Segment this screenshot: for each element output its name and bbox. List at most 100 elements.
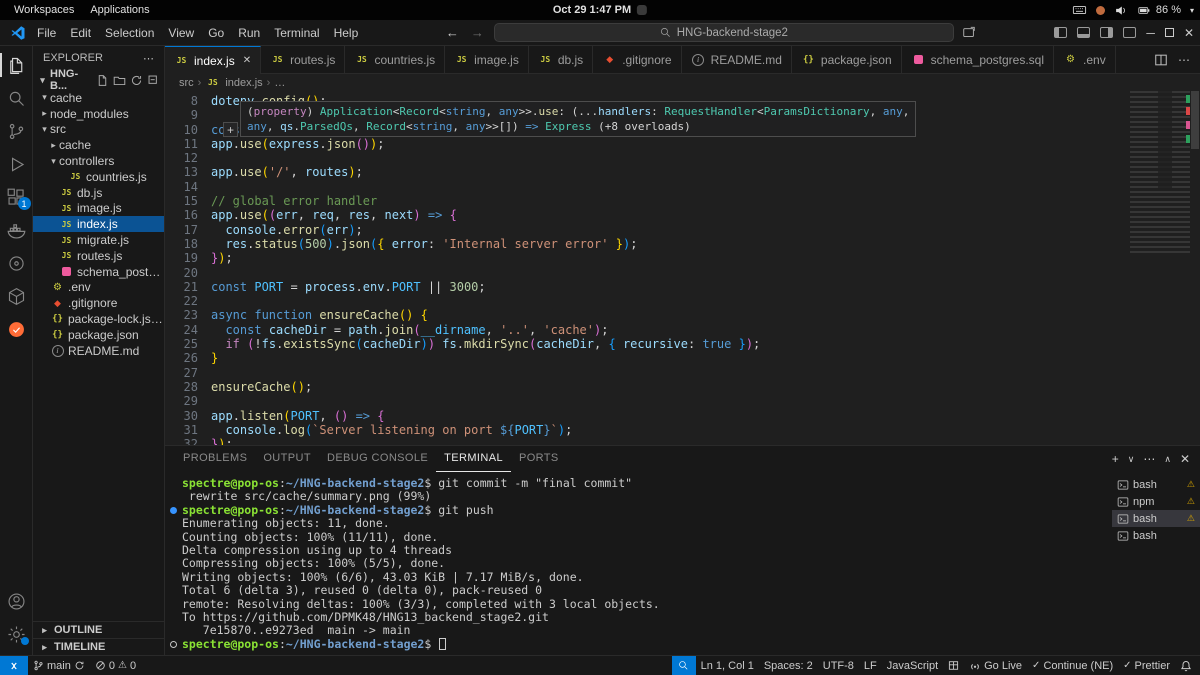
terminal-session-bash-3[interactable]: bash [1112, 527, 1200, 544]
project-section-header[interactable]: ▾ HNG-B... [33, 68, 164, 92]
activity-extensions-button[interactable]: 1 [0, 182, 33, 212]
split-editor-icon[interactable] [1154, 53, 1168, 67]
minimap[interactable] [1130, 91, 1190, 256]
tab-.env[interactable]: ⚙ .env [1054, 46, 1116, 73]
menu-view[interactable]: View [161, 24, 201, 42]
tree-item-countries.js[interactable]: JS countries.js [33, 169, 164, 185]
applications-button[interactable]: Applications [82, 4, 157, 16]
activity-source-control-button[interactable] [0, 116, 33, 146]
continue-button[interactable]: ✓ Continue (NE) [1027, 656, 1118, 675]
code-editor[interactable]: 8dotenv.config();910const app = express(… [165, 91, 1200, 445]
breadcrumb-item[interactable]: … [274, 77, 285, 89]
new-window-icon[interactable] [962, 26, 976, 40]
tree-item-README.md[interactable]: README.md [33, 343, 164, 359]
tab-schema_postgres.sql[interactable]: schema_postgres.sql [902, 46, 1055, 73]
clock-button[interactable]: Oct 29 1:47 PM [553, 4, 648, 16]
editor-more-actions-icon[interactable]: ⋯ [1178, 53, 1190, 67]
tree-item-src[interactable]: ▾ src [33, 122, 164, 138]
tree-item-node_modules[interactable]: ▸ node_modules [33, 106, 164, 122]
menu-go[interactable]: Go [201, 24, 231, 42]
tab-image.js[interactable]: JS image.js [445, 46, 529, 73]
battery-indicator[interactable]: 86 % [1137, 4, 1181, 17]
layout-grid-item[interactable] [943, 656, 964, 675]
cursor-position[interactable]: Ln 1, Col 1 [696, 656, 759, 675]
new-terminal-icon[interactable]: + [1112, 452, 1119, 466]
tab-countries.js[interactable]: JS countries.js [345, 46, 446, 73]
eol[interactable]: LF [859, 656, 882, 675]
breadcrumb-item[interactable]: JS index.js [205, 76, 263, 89]
tree-item-.gitignore[interactable]: ◆ .gitignore [33, 295, 164, 311]
tree-item-image.js[interactable]: JS image.js [33, 201, 164, 217]
activity-search-button[interactable] [0, 83, 33, 113]
new-file-icon[interactable] [96, 74, 109, 87]
menu-terminal[interactable]: Terminal [267, 24, 326, 42]
menu-help[interactable]: Help [327, 24, 366, 42]
inline-add-button[interactable]: + [223, 122, 238, 137]
terminal-dropdown-chevron-icon[interactable]: ∨ [1128, 454, 1135, 465]
terminal-output[interactable]: spectre@pop-os:~/HNG-backend-stage2$ git… [165, 472, 1112, 655]
menu-file[interactable]: File [30, 24, 63, 42]
toggle-panel-icon[interactable] [1077, 27, 1091, 38]
tab-routes.js[interactable]: JS routes.js [261, 46, 346, 73]
workspaces-button[interactable]: Workspaces [6, 4, 82, 16]
activity-explorer-button[interactable] [0, 50, 33, 80]
toggle-sidebar-icon[interactable] [1054, 27, 1068, 38]
maximize-button[interactable] [1164, 28, 1174, 37]
tree-item-schema_postgres.sql[interactable]: schema_postgres.sql [33, 264, 164, 280]
close-icon[interactable]: ✕ [243, 55, 251, 66]
go-live-button[interactable]: Go Live [964, 656, 1027, 675]
recording-indicator-icon[interactable] [1095, 5, 1105, 15]
command-center-search[interactable]: HNG-backend-stage2 [493, 23, 954, 42]
command-decoration-icon[interactable] [170, 640, 177, 648]
editor-scrollbar[interactable] [1190, 91, 1200, 445]
panel-tab-debug-console[interactable]: DEBUG CONSOLE [319, 446, 436, 472]
panel-tab-output[interactable]: OUTPUT [255, 446, 319, 472]
keyboard-icon[interactable] [1072, 3, 1087, 17]
minimize-button[interactable]: ─ [1146, 26, 1155, 40]
volume-icon[interactable] [1114, 4, 1128, 17]
tab-README.md[interactable]: README.md [682, 46, 792, 73]
manage-button[interactable] [0, 619, 33, 649]
power-menu-chevron-icon[interactable]: ▾ [1190, 6, 1194, 15]
activity-run-debug-button[interactable] [0, 149, 33, 179]
activity-containers-button[interactable] [0, 281, 33, 311]
terminal-session-npm-1[interactable]: npm ⚠ [1112, 493, 1200, 510]
panel-tab-ports[interactable]: PORTS [511, 446, 567, 472]
panel-tab-problems[interactable]: PROBLEMS [175, 446, 255, 472]
maximize-panel-icon[interactable]: ∧ [1164, 454, 1171, 465]
back-arrow-icon[interactable]: ← [444, 25, 461, 40]
tree-item-index.js[interactable]: JS index.js [33, 216, 164, 233]
language-mode[interactable]: JavaScript [882, 656, 943, 675]
tree-item-migrate.js[interactable]: JS migrate.js [33, 232, 164, 248]
close-panel-icon[interactable]: ✕ [1180, 452, 1190, 466]
tab-.gitignore[interactable]: ◆ .gitignore [593, 46, 682, 73]
new-folder-icon[interactable] [113, 74, 126, 87]
activity-remote-explorer-button[interactable] [0, 248, 33, 278]
terminal-session-bash-0[interactable]: bash ⚠ [1112, 476, 1200, 493]
refresh-icon[interactable] [130, 74, 143, 87]
explorer-more-actions-icon[interactable]: ⋯ [143, 52, 154, 65]
activity-docker-button[interactable] [0, 215, 33, 245]
breadcrumb-item[interactable]: src [179, 77, 194, 89]
panel-more-actions-icon[interactable]: ⋯ [1143, 452, 1155, 466]
remote-indicator[interactable] [0, 656, 28, 675]
encoding[interactable]: UTF-8 [818, 656, 859, 675]
indentation[interactable]: Spaces: 2 [759, 656, 818, 675]
notifications-button[interactable] [1175, 656, 1200, 675]
collapse-all-icon[interactable] [147, 74, 160, 87]
tree-item-package-lock.json[interactable]: {} package-lock.json [33, 311, 164, 327]
tree-item-routes.js[interactable]: JS routes.js [33, 248, 164, 264]
tree-item-cache[interactable]: ▸ cache [33, 137, 164, 153]
tab-db.js[interactable]: JS db.js [529, 46, 594, 73]
tree-item-db.js[interactable]: JS db.js [33, 185, 164, 201]
menu-selection[interactable]: Selection [98, 24, 161, 42]
toggle-secondary-sidebar-icon[interactable] [1100, 27, 1114, 38]
panel-tab-terminal[interactable]: TERMINAL [436, 446, 511, 472]
outline-section[interactable]: ▸ OUTLINE [33, 621, 164, 638]
close-window-button[interactable]: ✕ [1184, 26, 1194, 40]
tree-item-package.json[interactable]: {} package.json [33, 327, 164, 343]
prettier-button[interactable]: ✓ Prettier [1118, 656, 1175, 675]
timeline-section[interactable]: ▸ TIMELINE [33, 638, 164, 655]
zoom-indicator[interactable] [671, 656, 696, 675]
menu-edit[interactable]: Edit [63, 24, 98, 42]
